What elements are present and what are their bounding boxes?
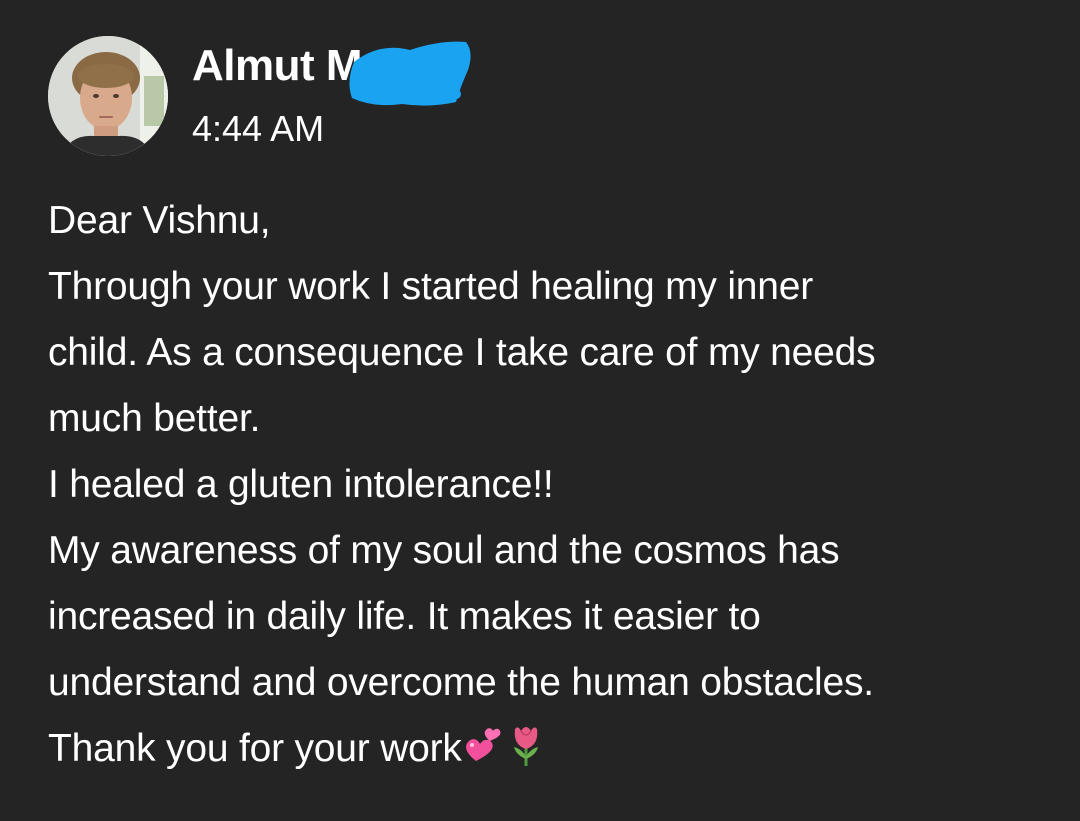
- message-line: much better.: [48, 397, 261, 440]
- message-line: Through your work I started healing my i…: [48, 265, 814, 308]
- profile-photo-icon: [48, 36, 168, 156]
- two-hearts-icon: [462, 723, 506, 767]
- message-line: I healed a gluten intolerance!!: [48, 463, 554, 506]
- post-timestamp: 4:44 AM: [192, 108, 325, 149]
- message-last-line: Thank you for your work: [48, 716, 1058, 782]
- message-line: understand and overcome the human obstac…: [48, 661, 874, 704]
- message-line-text: Thank you for your work: [48, 727, 462, 770]
- message-body: Dear Vishnu, Through your work I started…: [48, 188, 1058, 782]
- message-line: child. As a consequence I take care of m…: [48, 331, 876, 374]
- tulip-icon: [506, 723, 546, 767]
- message-line: Dear Vishnu,: [48, 199, 271, 242]
- author-avatar[interactable]: [48, 36, 168, 156]
- message-line: My awareness of my soul and the cosmos h…: [48, 529, 840, 572]
- name-redaction-scribble: [340, 32, 476, 112]
- post-card: Almut M 4:44 AM Dear Vishnu, Through you…: [0, 0, 1080, 821]
- message-line: increased in daily life. It makes it eas…: [48, 595, 761, 638]
- author-name[interactable]: Almut M: [192, 40, 363, 92]
